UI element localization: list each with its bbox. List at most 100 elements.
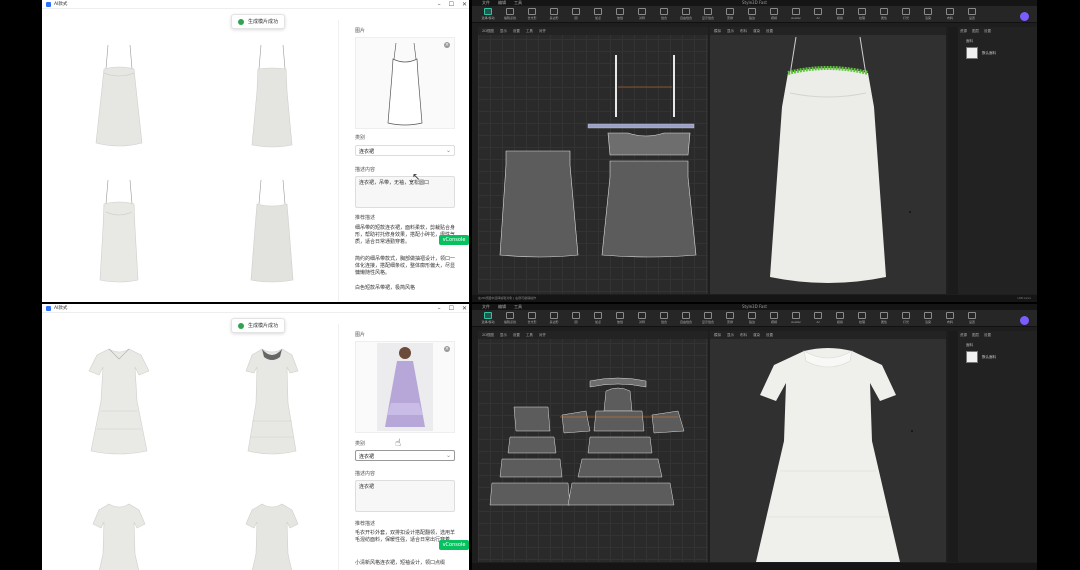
description-input[interactable]: 连衣裙 [355,480,455,512]
tool-button[interactable]: 加点 [588,7,608,22]
tool-button[interactable]: 布料 [940,311,960,326]
tool-button[interactable]: 贴边 [742,311,762,326]
panel-icon-strip [948,27,958,294]
close-icon[interactable]: ✕ [462,304,467,313]
vconsole-button[interactable]: vConsole [439,540,469,550]
menu-item[interactable]: 编辑 [498,0,506,6]
reference-image[interactable]: × [355,341,455,433]
tool-button[interactable]: 对称 [632,311,652,326]
3d-view[interactable]: 模拟 显示 布料 渲染 设置 [710,331,946,562]
recommend-text-2[interactable]: 小清新风格连衣裙，短袖设计，领口点缀 [355,560,455,567]
menu-item[interactable]: 文件 [482,0,490,6]
tool-button[interactable]: 长方形 [522,7,542,22]
3d-view[interactable]: 模拟 显示 布料 渲染 设置 [710,27,946,294]
dress-thumb[interactable] [59,336,179,461]
tool-button[interactable]: 自由缝合 [676,7,696,22]
tool-button[interactable]: 褶裥 [764,7,784,22]
2d-pattern-view[interactable]: 2D视图 显示 设置 工具 对齐 [478,331,708,562]
menu-item[interactable]: 文件 [482,304,490,310]
panel-tab[interactable]: 资源 [960,29,967,34]
tool-button[interactable]: 属性 [874,7,894,22]
tool-button[interactable]: 布料 [940,7,960,22]
tool-button[interactable]: 选择/移动 [478,7,498,22]
tool-button[interactable]: 圆 [566,7,586,22]
tool-button[interactable]: 圆 [566,311,586,326]
panel-tab[interactable]: 设置 [984,333,991,338]
tool-label: 模拟 [836,16,843,20]
image-label: 图片 [355,332,366,338]
panel-tab[interactable]: 图层 [972,29,979,34]
tool-button[interactable]: 长方形 [522,311,542,326]
dress-thumb[interactable] [59,170,179,295]
tool-button[interactable]: AI [808,7,828,22]
panel-tab[interactable]: 资源 [960,333,967,338]
tool-button[interactable]: 自由缝合 [676,311,696,326]
tool-button[interactable]: 贴边 [742,7,762,22]
user-avatar[interactable] [1020,12,1029,21]
recommend-text-2[interactable]: 简约的细吊带款式，胸部做抽褶设计，领口一体化连接，搭配细条纹，整体廓形偏大，尽显… [355,256,455,277]
tool-button[interactable]: 缝合 [654,7,674,22]
user-avatar[interactable] [1020,316,1029,325]
tool-button[interactable]: 设置 [962,7,982,22]
dress-thumb[interactable] [59,35,179,160]
remove-image-icon[interactable]: × [444,346,450,352]
dress-thumb[interactable] [212,170,332,295]
dress-thumb[interactable] [212,35,332,160]
tool-button[interactable]: 缝合 [654,311,674,326]
tool-button[interactable]: 放缝 [610,7,630,22]
dress-thumb[interactable] [212,336,332,461]
tool-button[interactable]: 设置 [962,311,982,326]
tool-button[interactable]: 渲染 [918,311,938,326]
remove-image-icon[interactable]: × [444,42,450,48]
tool-button[interactable]: 多边形 [544,311,564,326]
tool-button[interactable]: 纹理 [852,7,872,22]
tool-button[interactable]: 放缝 [610,311,630,326]
tool-button[interactable]: 灯光 [896,7,916,22]
menu-item[interactable]: 工具 [514,0,522,6]
menu-item[interactable]: 编辑 [498,304,506,310]
tool-button[interactable]: Avatar [786,7,806,22]
tool-icon [660,312,668,319]
tool-button[interactable]: 选择/移动 [478,311,498,326]
category-select[interactable]: 连衣裙 ⌄ [355,145,455,156]
tool-button[interactable]: 安排 [720,311,740,326]
maximize-icon[interactable]: ☐ [449,304,454,313]
tool-button[interactable]: 安排 [720,7,740,22]
tool-button[interactable]: 属性 [874,311,894,326]
tool-button[interactable]: 灯光 [896,311,916,326]
tool-button[interactable]: 纹理 [852,311,872,326]
tool-button[interactable]: 多边形 [544,7,564,22]
tool-button[interactable]: 模拟 [830,311,850,326]
tool-button[interactable]: 渲染 [918,7,938,22]
tool-button[interactable]: 对称 [632,7,652,22]
2d-pattern-view[interactable]: 2D视图 显示 设置 工具 对齐 [478,27,708,294]
tool-button[interactable]: 编辑点线 [500,311,520,326]
vconsole-button[interactable]: vConsole [439,235,469,245]
description-input[interactable]: 连衣裙，吊带，无袖，宽松圆口 [355,176,455,208]
minimize-icon[interactable]: – [438,0,441,9]
category-select[interactable]: 连衣裙 ⌄ [355,450,455,461]
status-bar: 在2D视图中选择编辑对象 | 右键可撤销操作 UID:xxxx [472,295,1037,302]
close-icon[interactable]: ✕ [462,0,467,9]
tool-button[interactable]: AI [808,311,828,326]
tool-button[interactable]: Avatar [786,311,806,326]
fabric-swatch[interactable] [966,351,978,363]
tool-button[interactable]: 模拟 [830,7,850,22]
recommend-text-3[interactable]: 白色短款吊带裙，极简风格 [355,285,455,292]
menu-item[interactable]: 工具 [514,304,522,310]
tool-button[interactable]: 显示缝合 [698,7,718,22]
maximize-icon[interactable]: ☐ [449,0,454,9]
tool-button[interactable]: 编辑点线 [500,7,520,22]
panel-tab[interactable]: 图层 [972,333,979,338]
panel-subtitle: 面料 [966,343,973,347]
fabric-swatch[interactable] [966,47,978,59]
tool-button[interactable]: 显示缝合 [698,311,718,326]
editor-menu: 文件 编辑 工具 [482,304,522,310]
tool-button[interactable]: 褶裥 [764,311,784,326]
minimize-icon[interactable]: – [438,304,441,313]
tool-button[interactable]: 加点 [588,311,608,326]
reference-image[interactable]: × [355,37,455,129]
dress-thumb[interactable] [59,469,179,570]
panel-tab[interactable]: 设置 [984,29,991,34]
dress-thumb[interactable] [212,469,332,570]
